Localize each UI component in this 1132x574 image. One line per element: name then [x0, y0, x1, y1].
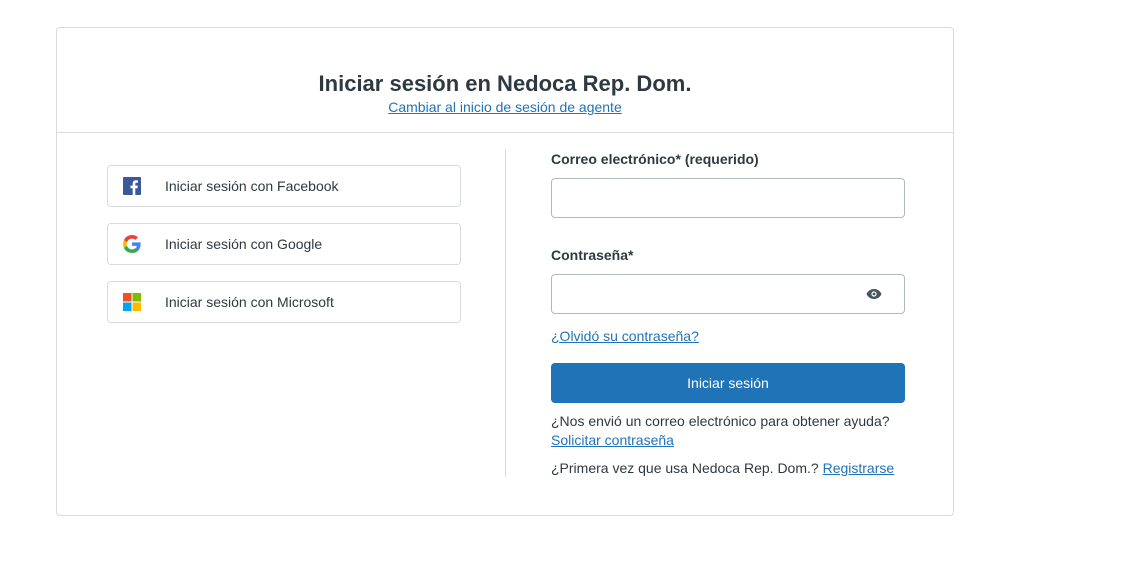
- microsoft-signin-label: Iniciar sesión con Microsoft: [165, 294, 334, 310]
- password-field[interactable]: [551, 274, 905, 314]
- microsoft-icon: [123, 293, 141, 311]
- facebook-signin-label: Iniciar sesión con Facebook: [165, 178, 339, 194]
- password-wrapper: [551, 274, 905, 314]
- google-signin-label: Iniciar sesión con Google: [165, 236, 323, 252]
- forgot-password-link[interactable]: ¿Olvidó su contraseña?: [551, 328, 699, 344]
- agent-signin-link[interactable]: Cambiar al inicio de sesión de agente: [388, 98, 621, 116]
- register-link[interactable]: Registrarse: [823, 460, 895, 476]
- card-header: Iniciar sesión en Nedoca Rep. Dom. Cambi…: [57, 28, 953, 133]
- login-card: Iniciar sesión en Nedoca Rep. Dom. Cambi…: [56, 27, 954, 516]
- column-divider: [505, 149, 506, 477]
- google-icon: [123, 235, 141, 253]
- password-label: Contraseña*: [551, 247, 634, 263]
- email-help-text: ¿Nos envió un correo electrónico para ob…: [551, 413, 890, 429]
- facebook-icon: [123, 177, 141, 195]
- facebook-signin-button[interactable]: Iniciar sesión con Facebook: [107, 165, 461, 207]
- request-password-link[interactable]: Solicitar contraseña: [551, 432, 674, 448]
- social-signin-list: Iniciar sesión con Facebook Iniciar sesi…: [107, 165, 461, 339]
- first-time-text: ¿Primera vez que usa Nedoca Rep. Dom.?: [551, 460, 819, 476]
- email-label: Correo electrónico* (requerido): [551, 151, 759, 167]
- microsoft-signin-button[interactable]: Iniciar sesión con Microsoft: [107, 281, 461, 323]
- signin-form: Correo electrónico* (requerido) Contrase…: [551, 149, 905, 478]
- email-field[interactable]: [551, 178, 905, 218]
- signin-button[interactable]: Iniciar sesión: [551, 363, 905, 403]
- page-title: Iniciar sesión en Nedoca Rep. Dom.: [318, 71, 692, 96]
- first-time-row: ¿Primera vez que usa Nedoca Rep. Dom.? R…: [551, 458, 905, 478]
- google-signin-button[interactable]: Iniciar sesión con Google: [107, 223, 461, 265]
- show-password-eye-icon[interactable]: [865, 286, 883, 302]
